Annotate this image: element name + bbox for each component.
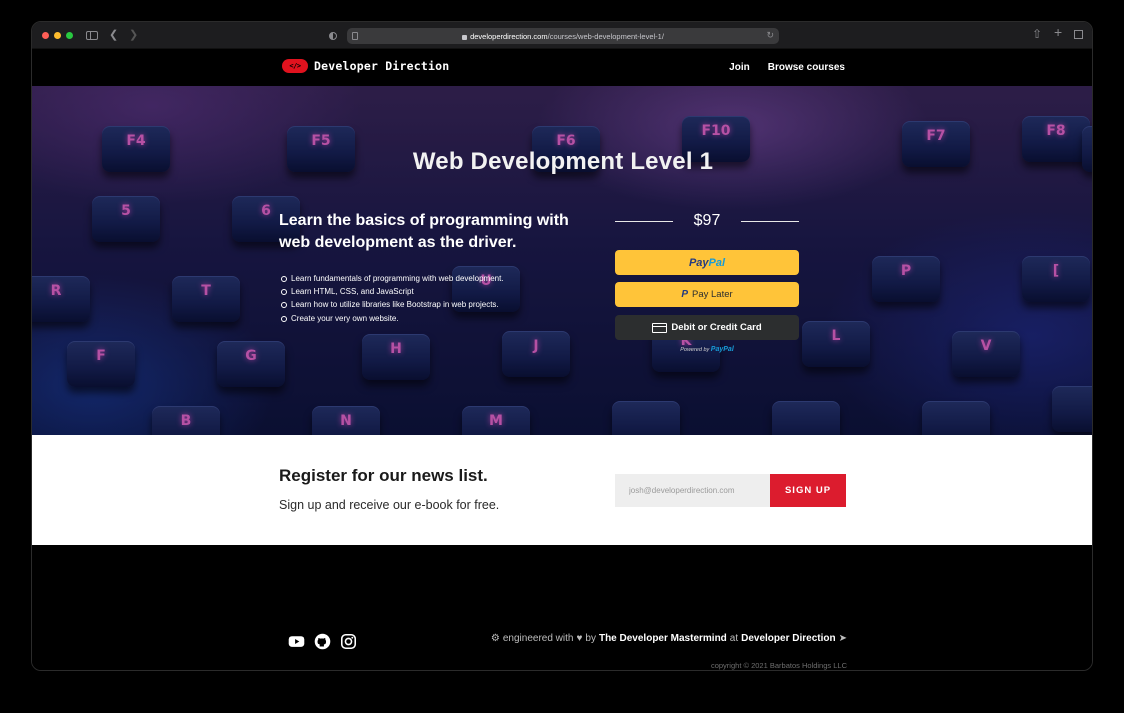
- newsletter-subtitle: Sign up and receive our e-book for free.: [279, 498, 500, 512]
- window-controls: [42, 32, 73, 39]
- github-icon[interactable]: [314, 633, 331, 650]
- privacy-shield-icon[interactable]: [329, 32, 337, 40]
- newsletter-section: Register for our news list. Sign up and …: [32, 435, 1092, 545]
- pay-later-label: Pay Later: [692, 289, 733, 300]
- course-title: Web Development Level 1: [412, 148, 714, 175]
- feature-list: Learn fundamentals of programming with w…: [279, 272, 504, 325]
- instagram-icon[interactable]: [340, 633, 357, 650]
- email-field[interactable]: [615, 474, 770, 507]
- paypal-logo: PayPal: [688, 256, 726, 269]
- share-icon[interactable]: ⇧: [1032, 28, 1042, 41]
- powered-by-paypal: Powered by PayPal: [680, 346, 734, 353]
- credit-card-icon: [652, 322, 668, 333]
- url-host: developerdirection.com: [470, 31, 548, 41]
- course-lead: Learn the basics of programming with web…: [279, 212, 569, 251]
- pay-later-button[interactable]: P Pay Later: [615, 282, 799, 307]
- feature-item: Learn fundamentals of programming with w…: [279, 272, 504, 285]
- credit-by: by: [585, 633, 596, 644]
- new-tab-icon[interactable]: +: [1054, 25, 1062, 39]
- sign-up-button[interactable]: SIGN UP: [770, 474, 846, 507]
- url-path: /courses/web-development-level-1/: [547, 31, 664, 41]
- minimize-window-button[interactable]: [54, 32, 61, 39]
- price-row: $97: [615, 211, 799, 231]
- copyright: copyright © 2021 Barbatos Holdings LLC: [710, 661, 847, 670]
- zoom-window-button[interactable]: [66, 32, 73, 39]
- nav-browse-courses-link[interactable]: Browse courses: [768, 62, 845, 73]
- credit-at: at: [729, 633, 739, 644]
- feature-item: Create your very own website.: [279, 312, 504, 325]
- nav-links: Join Browse courses: [729, 62, 845, 73]
- lock-icon: [462, 34, 468, 40]
- heart-icon: ♥: [576, 633, 583, 644]
- nav-join-link[interactable]: Join: [729, 62, 750, 73]
- gear-icon: ⚙: [490, 633, 500, 644]
- credit-company-link[interactable]: Developer Direction: [741, 633, 835, 644]
- youtube-icon[interactable]: [288, 633, 305, 650]
- address-bar[interactable]: developerdirection.com/courses/web-devel…: [347, 28, 779, 44]
- credit-line: ⚙ engineered with ♥ by The Developer Mas…: [491, 633, 847, 644]
- feature-item: Learn HTML, CSS, and JavaScript: [279, 285, 504, 298]
- card-button-label: Debit or Credit Card: [671, 322, 762, 333]
- brand-link[interactable]: </> Developer Direction: [282, 59, 449, 73]
- sidebar-toggle-icon[interactable]: [86, 31, 98, 40]
- browser-window: ❮ ❯ developerdirection.com/courses/web-d…: [31, 21, 1093, 671]
- credit-author-link[interactable]: The Developer Mastermind: [599, 633, 727, 644]
- paper-plane-icon: ➤: [838, 633, 847, 644]
- newsletter-title: Register for our news list.: [279, 466, 488, 485]
- page-menu-icon[interactable]: [352, 32, 358, 40]
- forward-icon[interactable]: ❯: [129, 29, 138, 42]
- site-navbar: </> Developer Direction Join Browse cour…: [32, 49, 1092, 86]
- credit-prefix: engineered with: [502, 633, 574, 644]
- feature-item: Learn how to utilize libraries like Boot…: [279, 298, 504, 311]
- paypal-icon: P: [681, 289, 688, 300]
- tab-overview-icon[interactable]: [1074, 30, 1083, 39]
- close-window-button[interactable]: [42, 32, 49, 39]
- site-footer: ⚙ engineered with ♥ by The Developer Mas…: [32, 545, 1092, 670]
- paypal-button[interactable]: PayPal: [615, 250, 799, 275]
- reload-icon[interactable]: ↻: [766, 30, 774, 41]
- brand-name: Developer Direction: [314, 59, 450, 73]
- course-hero: F4F5F6F7F8F9F1056RTUP[FGHJKLVBNM Web Dev…: [32, 86, 1092, 435]
- brand-logo-icon: </>: [282, 59, 308, 73]
- price-divider: [741, 221, 799, 222]
- debit-credit-card-button[interactable]: Debit or Credit Card: [615, 315, 799, 340]
- browser-toolbar: ❮ ❯ developerdirection.com/courses/web-d…: [32, 22, 1092, 49]
- social-links: [288, 633, 357, 650]
- back-icon[interactable]: ❮: [109, 29, 118, 42]
